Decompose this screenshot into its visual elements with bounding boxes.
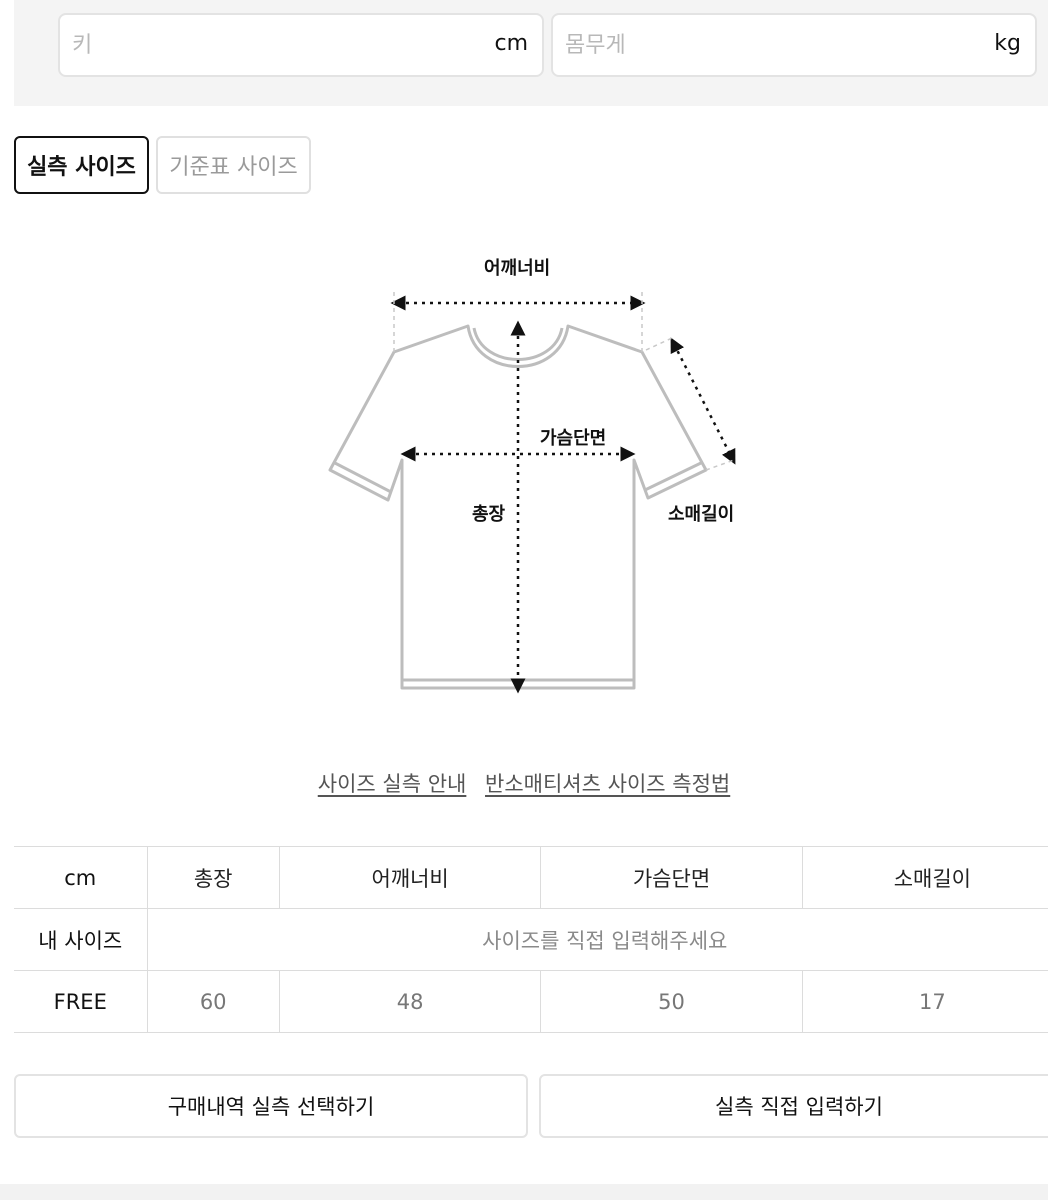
tab-actual-size[interactable]: 실측 사이즈 (14, 136, 149, 194)
header-unit: cm (14, 846, 147, 909)
length-label: 총장 (472, 504, 506, 525)
value-chest: 50 (540, 970, 803, 1033)
sleeve-arrow (670, 337, 736, 465)
value-sleeve: 17 (801, 970, 1048, 1033)
height-input[interactable] (72, 15, 452, 75)
height-unit: cm (494, 31, 528, 56)
body-info-panel: cm kg (14, 0, 1048, 106)
direct-input-button[interactable]: 실측 직접 입력하기 (539, 1074, 1048, 1138)
size-table: cm 총장 어깨너비 가슴단면 소매길이 내 사이즈 사이즈를 직접 입력해주세… (14, 846, 1048, 1033)
guide-links: 사이즈 실측 안내 반소매티셔츠 사이즈 측정법 (0, 768, 1048, 798)
size-guide-link[interactable]: 사이즈 실측 안내 (318, 772, 467, 796)
header-length: 총장 (146, 846, 280, 909)
sleeve-label: 소매길이 (668, 504, 735, 525)
weight-unit: kg (994, 31, 1021, 56)
measurement-diagram: 어깨너비 가슴단면 총장 소매길이 (0, 230, 1048, 710)
my-size-label: 내 사이즈 (14, 908, 147, 971)
tshirt-outline-icon (328, 292, 736, 694)
value-shoulder: 48 (278, 970, 541, 1033)
tab-standard-size[interactable]: 기준표 사이즈 (156, 136, 311, 194)
select-from-history-button[interactable]: 구매내역 실측 선택하기 (14, 1074, 528, 1138)
header-chest: 가슴단면 (540, 846, 803, 909)
header-shoulder: 어깨너비 (278, 846, 541, 909)
size-name: FREE (14, 970, 147, 1033)
measurement-lines (390, 295, 736, 694)
header-sleeve: 소매길이 (801, 846, 1048, 909)
weight-input[interactable] (565, 15, 945, 75)
table-header-row: cm 총장 어깨너비 가슴단면 소매길이 (14, 846, 1048, 909)
weight-field[interactable]: kg (551, 13, 1037, 77)
shoulder-label: 어깨너비 (484, 258, 551, 279)
height-field[interactable]: cm (58, 13, 544, 77)
measure-method-link[interactable]: 반소매티셔츠 사이즈 측정법 (485, 772, 730, 796)
chest-label: 가슴단면 (540, 428, 607, 449)
value-length: 60 (146, 970, 280, 1033)
table-row: FREE 60 48 50 17 (14, 970, 1048, 1033)
my-size-row: 내 사이즈 사이즈를 직접 입력해주세요 (14, 908, 1048, 971)
my-size-input-prompt[interactable]: 사이즈를 직접 입력해주세요 (146, 908, 1048, 971)
bottom-divider (0, 1184, 1048, 1200)
